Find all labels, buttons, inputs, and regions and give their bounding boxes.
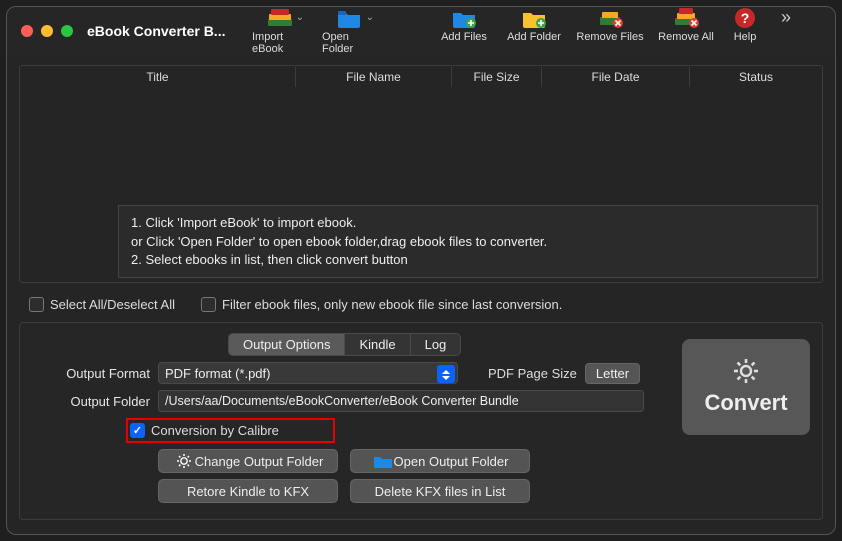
output-folder-input[interactable]: /Users/aa/Documents/eBookConverter/eBook… [158, 390, 644, 412]
table-header: Title File Name File Size File Date Stat… [20, 66, 822, 88]
remove-all-icon [672, 7, 700, 29]
convert-button[interactable]: Convert [682, 339, 810, 435]
dropdown-icon [437, 365, 455, 383]
empty-hint: 1. Click 'Import eBook' to import ebook.… [118, 205, 818, 278]
col-filename[interactable]: File Name [296, 67, 452, 87]
help-icon: ? [731, 7, 759, 29]
table-body[interactable]: 1. Click 'Import eBook' to import ebook.… [20, 88, 822, 282]
options-tabs: Output Options Kindle Log [228, 333, 668, 356]
col-filedate[interactable]: File Date [542, 67, 690, 87]
pdf-page-size-select[interactable]: Letter [585, 363, 640, 384]
folder-icon [372, 454, 394, 468]
output-format-label: Output Format [32, 366, 150, 381]
tab-kindle[interactable]: Kindle [345, 333, 410, 356]
checkbox-label: Select All/Deselect All [50, 297, 175, 312]
options-panel: Output Options Kindle Log Output Format … [19, 322, 823, 520]
window-controls [21, 25, 73, 37]
filter-new-checkbox[interactable]: Filter ebook files, only new ebook file … [201, 297, 562, 312]
close-window-button[interactable] [21, 25, 33, 37]
toolbar-label: Import eBook [252, 31, 308, 55]
open-output-folder-button[interactable]: Open Output Folder [350, 449, 530, 473]
file-table: Title File Name File Size File Date Stat… [19, 65, 823, 283]
checkbox-icon [201, 297, 216, 312]
pdf-page-size-label: PDF Page Size [488, 366, 577, 381]
help-button[interactable]: ? Help [721, 7, 769, 43]
col-status[interactable]: Status [690, 67, 822, 87]
checkbox-checked-icon [130, 423, 145, 438]
gear-icon [173, 453, 195, 469]
hint-line: 2. Select ebooks in list, then click con… [131, 251, 805, 269]
calibre-highlight: Conversion by Calibre [126, 418, 335, 443]
titlebar: eBook Converter B... ⌄ Import eBook [7, 7, 835, 55]
toolbar-label: Open Folder [322, 31, 378, 55]
select-all-checkbox[interactable]: Select All/Deselect All [29, 297, 175, 312]
chevron-down-icon: ⌄ [296, 12, 304, 23]
books-icon: ⌄ [266, 7, 294, 29]
hint-line: 1. Click 'Import eBook' to import ebook. [131, 214, 805, 232]
select-value: PDF format (*.pdf) [165, 366, 270, 381]
file-plus-icon [450, 7, 478, 29]
checkbox-row: Select All/Deselect All Filter ebook fil… [19, 293, 823, 312]
toolbar-label: Remove Files [576, 31, 643, 43]
button-label: Change Output Folder [195, 454, 324, 469]
folder-plus-icon [520, 7, 548, 29]
checkbox-label: Conversion by Calibre [151, 423, 279, 438]
chevron-down-icon: ⌄ [366, 12, 374, 23]
toolbar-label: Remove All [658, 31, 714, 43]
output-format-select[interactable]: PDF format (*.pdf) [158, 362, 458, 384]
toolbar-overflow-button[interactable]: » [769, 7, 803, 28]
toolbar-label: Add Files [441, 31, 487, 43]
button-label: Convert [704, 390, 787, 416]
toolbar-label: Help [734, 31, 757, 43]
toolbar: ⌄ Import eBook ⌄ Open Folder [245, 7, 829, 55]
app-window: eBook Converter B... ⌄ Import eBook [6, 6, 836, 535]
app-title: eBook Converter B... [87, 23, 227, 39]
conversion-by-calibre-checkbox[interactable]: Conversion by Calibre [130, 423, 279, 438]
col-title[interactable]: Title [20, 67, 296, 87]
import-ebook-button[interactable]: ⌄ Import eBook [245, 7, 315, 55]
folder-open-icon: ⌄ [336, 7, 364, 29]
tab-output-options[interactable]: Output Options [228, 333, 345, 356]
col-filesize[interactable]: File Size [452, 67, 542, 87]
change-output-folder-button[interactable]: Change Output Folder [158, 449, 338, 473]
restore-kindle-kfx-button[interactable]: Retore Kindle to KFX [158, 479, 338, 503]
delete-kfx-button[interactable]: Delete KFX files in List [350, 479, 530, 503]
minimize-window-button[interactable] [41, 25, 53, 37]
hint-line: or Click 'Open Folder' to open ebook fol… [131, 233, 805, 251]
open-folder-button[interactable]: ⌄ Open Folder [315, 7, 385, 55]
button-label: Delete KFX files in List [375, 484, 506, 499]
zoom-window-button[interactable] [61, 25, 73, 37]
add-files-button[interactable]: Add Files [429, 7, 499, 43]
svg-text:?: ? [741, 10, 750, 26]
checkbox-icon [29, 297, 44, 312]
tab-log[interactable]: Log [411, 333, 462, 356]
input-value: /Users/aa/Documents/eBookConverter/eBook… [165, 394, 519, 408]
add-folder-button[interactable]: Add Folder [499, 7, 569, 43]
file-remove-icon [596, 7, 624, 29]
remove-all-button[interactable]: Remove All [651, 7, 721, 43]
button-label: Open Output Folder [394, 454, 509, 469]
button-label: Retore Kindle to KFX [187, 484, 309, 499]
gear-icon [733, 358, 759, 384]
toolbar-label: Add Folder [507, 31, 561, 43]
checkbox-label: Filter ebook files, only new ebook file … [222, 297, 562, 312]
remove-files-button[interactable]: Remove Files [569, 7, 651, 43]
main-content: Title File Name File Size File Date Stat… [7, 55, 835, 534]
output-folder-label: Output Folder [32, 394, 150, 409]
